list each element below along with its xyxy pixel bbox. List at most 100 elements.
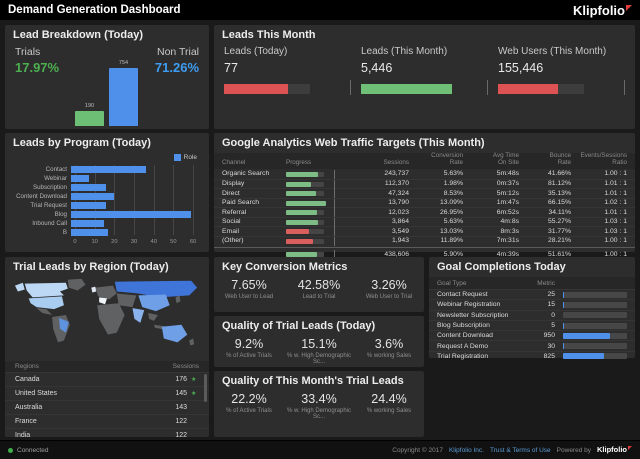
panel-title: Key Conversion Metrics <box>222 261 348 273</box>
avg-time-cell: 6m:52s <box>496 208 519 216</box>
avg-time-cell: 8m:3s <box>500 227 519 235</box>
progress-fill <box>286 181 311 187</box>
sessions-cell: 176 <box>175 376 187 383</box>
progress-cell <box>286 189 358 199</box>
bar-row: Inbound Call <box>13 219 197 228</box>
col-goal-type: Goal Type <box>437 279 467 287</box>
table-row: (Other) 1,943 11.89% 7m:31s 28.21% 1.00 : 1 <box>214 235 635 246</box>
progress-fill <box>286 210 317 216</box>
col-sessions: Sessions <box>172 363 199 370</box>
klipfolio-logo[interactable]: Klipfolio <box>573 4 632 17</box>
kpi-label: % of Active Trials <box>226 408 272 414</box>
col-bounce: Bounce Rate <box>549 152 571 167</box>
h-bar <box>71 175 90 182</box>
progress-track <box>286 169 335 179</box>
metric-value: 77 <box>224 61 238 75</box>
ratio-cell: 1.03 : 1 <box>604 227 627 235</box>
metric-cell: 0 <box>551 311 555 319</box>
table-row: Blog Subscription 5 <box>429 319 635 330</box>
table-row: Paid Search 13,790 13.09% 1m:47s 66.15% 1.02 … <box>214 197 635 208</box>
table-row: Canada 176 ★ <box>5 372 209 386</box>
category-label: Trial Request <box>30 202 67 209</box>
target-tick <box>334 208 335 218</box>
metric-column: Web Users (This Month) 155,446 <box>498 46 635 110</box>
progress-cell <box>286 217 358 227</box>
metric-label: Leads (Today) <box>224 46 288 57</box>
panel-goal-completions: Goal Completions Today Goal Type Metric … <box>429 257 635 360</box>
kpi-lead-to-trial: 42.58% Lead to Trial <box>284 278 354 300</box>
panel-key-conversion: Key Conversion Metrics 7.65% Web User to… <box>214 257 424 312</box>
company-link[interactable]: Klipfolio Inc. <box>449 447 484 454</box>
category-label: Blog <box>54 211 67 218</box>
bar-area <box>71 210 197 219</box>
progress-cell <box>286 236 358 246</box>
kpi-label: Web User to Lead <box>224 294 274 300</box>
trials-percent: 17.97% <box>15 60 60 75</box>
table-row: Newsletter Subscription 0 <box>429 309 635 320</box>
region-cell: United States <box>15 390 58 397</box>
bounce-cell: 55.27% <box>547 218 571 226</box>
panel-quality-month: Quality of This Month's Trial Leads 22.2… <box>214 371 424 437</box>
region-cell: India <box>15 432 31 439</box>
h-bar <box>71 184 106 191</box>
klipfolio-logo-small[interactable]: Klipfolio <box>597 446 632 454</box>
progress-track <box>563 312 627 319</box>
scrollbar-thumb[interactable] <box>204 374 207 402</box>
category-label: Subscription <box>32 184 67 191</box>
legend-label: Role <box>183 154 197 161</box>
powered-by-label: Powered by <box>556 446 591 454</box>
bar-cell <box>563 353 627 360</box>
map-china <box>138 294 170 312</box>
goal-type-cell: Content Download <box>437 332 493 340</box>
metric-value: 5,446 <box>361 61 393 75</box>
target-tick <box>334 227 335 237</box>
bounce-cell: 81.12% <box>547 180 571 188</box>
h-bar <box>71 220 104 227</box>
bounce-cell: 28.21% <box>547 237 571 245</box>
bar-area <box>71 183 197 192</box>
table-row: Referral 12,023 26.95% 6m:52s 34.11% 1.01 : 1 <box>214 207 635 218</box>
bounce-cell: 41.66% <box>547 170 571 178</box>
kpi-working-sales: 3.6% % working Sales <box>354 337 424 365</box>
bar-area <box>71 192 197 201</box>
progress-track <box>286 208 335 218</box>
progress-cell <box>286 227 358 237</box>
terms-link[interactable]: Trust & Terms of Use <box>490 447 551 454</box>
table-row: France 122 <box>5 414 209 428</box>
footer-links: Copyright © 2017 Klipfolio Inc. Trust & … <box>392 446 632 454</box>
progress-fill <box>563 291 565 298</box>
progress-track <box>286 227 335 237</box>
bar-row: Blog <box>13 210 197 219</box>
kpi-value: 9.2% <box>234 337 264 351</box>
avg-time-cell: 1m:47s <box>496 199 519 207</box>
metric-label: Leads (This Month) <box>361 46 448 57</box>
sessions-cell: 122 <box>175 418 187 425</box>
sessions-cell: 3,549 <box>391 227 409 235</box>
table-row: Webinar Registration 15 <box>429 299 635 309</box>
ratio-cell: 1.00 : 1 <box>604 237 627 245</box>
progress-fill <box>563 322 564 329</box>
map-greenland <box>67 278 86 291</box>
bar-value-label: 754 <box>118 60 129 66</box>
goal-type-cell: Contact Request <box>437 291 488 299</box>
progress-track <box>224 84 310 94</box>
kpi-label: % w. High Demographic Sc... <box>286 353 352 365</box>
target-tick <box>624 80 625 95</box>
region-cell: Australia <box>15 404 43 411</box>
channel-cell: (Other) <box>222 237 244 245</box>
category-label: B <box>62 229 67 236</box>
panel-leads-by-program: Leads by Program (Today) Role Contact Web… <box>5 133 209 252</box>
metric-cell: 30 <box>547 342 555 350</box>
non-trial-percent: 71.26% <box>154 60 199 75</box>
bar-area <box>71 228 197 237</box>
channel-cell: Social <box>222 218 241 226</box>
trend-star-icon: ★ <box>191 377 197 383</box>
kpi-value: 3.26% <box>371 278 407 292</box>
progress-cell <box>286 179 358 189</box>
bar-row: Webinar <box>13 174 197 183</box>
progress-track <box>563 353 627 360</box>
bounce-cell: 34.11% <box>548 208 571 216</box>
bar-cell <box>563 312 627 319</box>
bounce-cell: 35.13% <box>547 189 571 197</box>
goal-type-cell: Request A Demo <box>437 342 489 350</box>
